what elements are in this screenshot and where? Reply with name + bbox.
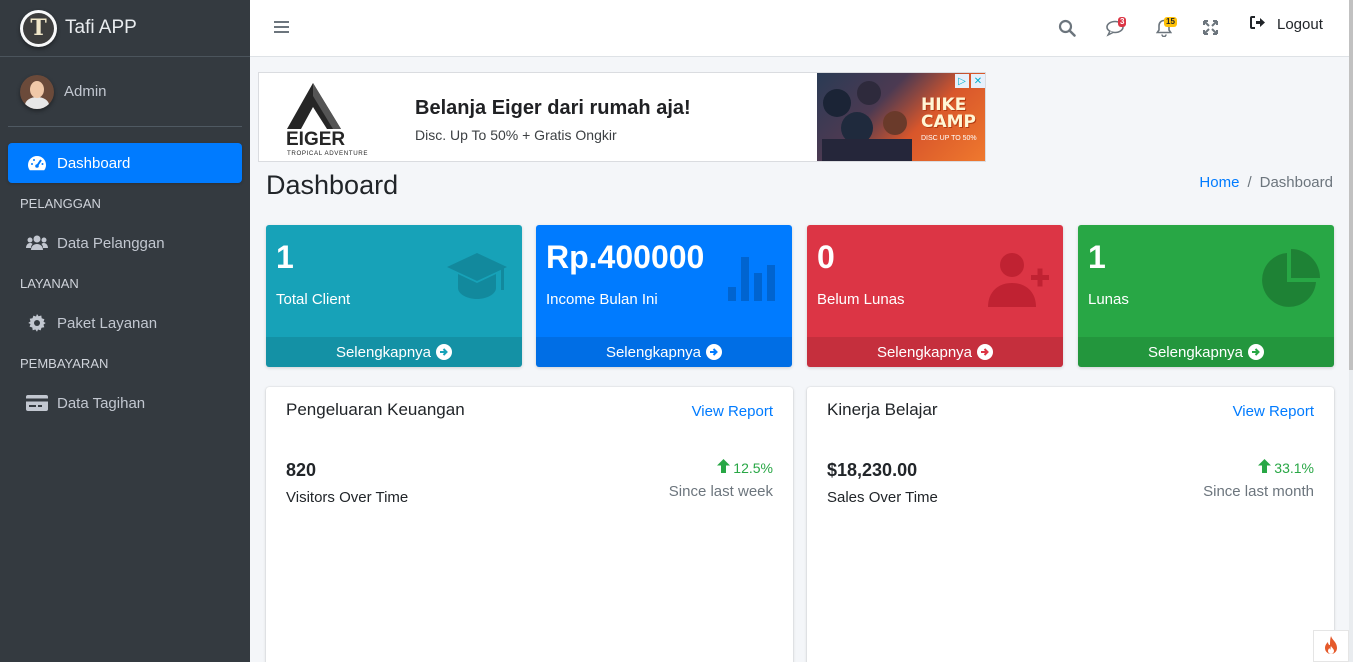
bar-chart-icon	[728, 255, 778, 308]
messages-badge: 3	[1118, 17, 1127, 27]
arrow-up-icon	[1258, 459, 1272, 476]
eiger-logo: EIGER TROPICAL ADVENTURE	[285, 79, 395, 157]
stat-value: 1	[1088, 239, 1106, 275]
topbar: 3 15 Logout	[250, 0, 1353, 57]
arrow-circle-right-icon	[436, 344, 453, 360]
breadcrumb: Home / Dashboard	[1199, 174, 1333, 191]
stat-value: 1	[276, 239, 294, 275]
card-since: Since last week	[668, 483, 773, 500]
stat-label: Income Bulan Ini	[546, 291, 658, 308]
sidebar-nav: Dashboard PELANGGAN Data Pelanggan LAYAN…	[0, 143, 250, 423]
tachometer-icon	[26, 154, 48, 172]
brand-link[interactable]: T Tafi APP	[0, 0, 250, 57]
avatar	[20, 74, 54, 109]
brand-name: Tafi APP	[65, 17, 137, 38]
nav-header-pelanggan: PELANGGAN	[20, 196, 101, 211]
nav-header-layanan: LAYANAN	[20, 276, 79, 291]
logout-label: Logout	[1277, 16, 1323, 33]
sidebar-item-label: Data Pelanggan	[57, 234, 165, 252]
card-desc: Sales Over Time	[827, 489, 938, 506]
card-kinerja-belajar: Kinerja Belajar View Report $18,230.00 S…	[807, 387, 1334, 662]
sidebar: T Tafi APP Admin Dashboard PELANGGAN Dat…	[0, 0, 250, 662]
sidebar-item-label: Paket Layanan	[57, 314, 158, 332]
sidebar-item-paket-layanan[interactable]: Paket Layanan	[8, 303, 242, 343]
stat-box-total-client: 1 Total Client Selengkapnya	[266, 225, 522, 367]
card-desc: Visitors Over Time	[286, 489, 409, 506]
arrow-circle-right-icon	[706, 344, 723, 360]
ad-banner[interactable]: EIGER TROPICAL ADVENTURE Belanja Eiger d…	[258, 72, 986, 162]
stat-more-link[interactable]: Selengkapnya	[536, 337, 792, 367]
sidebar-item-label: Dashboard	[57, 154, 131, 172]
ad-image-sale: DISC UP TO 50%	[921, 135, 977, 142]
user-name: Admin	[64, 83, 107, 100]
ad-image[interactable]: HIKE CAMP DISC UP TO 50% ▷ ✕	[817, 73, 985, 161]
menu-toggle-icon[interactable]	[274, 20, 289, 39]
arrow-circle-right-icon	[1248, 344, 1265, 360]
page-title: Dashboard	[266, 170, 399, 200]
card-title: Kinerja Belajar	[827, 400, 938, 419]
card-icon	[26, 395, 48, 411]
stat-label: Belum Lunas	[817, 291, 905, 308]
messages-icon[interactable]: 3	[1106, 17, 1127, 42]
stat-label: Total Client	[276, 291, 351, 308]
fullscreen-icon[interactable]	[1203, 20, 1218, 40]
breadcrumb-current: Dashboard	[1259, 174, 1333, 191]
stat-value: Rp.400000	[546, 239, 705, 275]
page-scrollbar[interactable]	[1349, 0, 1353, 662]
gear-icon	[26, 314, 48, 332]
card-percent: 12.5%	[717, 459, 773, 476]
brand-logo: T	[20, 9, 57, 47]
stat-box-belum-lunas: 0 Belum Lunas Selengkapnya	[807, 225, 1063, 367]
user-plus-icon	[985, 251, 1051, 314]
ad-choices[interactable]: ▷ ✕	[955, 74, 985, 88]
sidebar-item-dashboard[interactable]: Dashboard	[8, 143, 242, 183]
card-value: $18,230.00	[827, 460, 918, 480]
logout-button[interactable]: Logout	[1250, 16, 1323, 33]
card-since: Since last month	[1203, 483, 1314, 500]
breadcrumb-home[interactable]: Home	[1199, 174, 1239, 191]
card-value: 820	[286, 460, 317, 480]
notifications-icon[interactable]: 15	[1155, 17, 1177, 42]
close-icon[interactable]: ✕	[971, 74, 985, 88]
arrow-circle-right-icon	[977, 344, 994, 360]
stat-more-link[interactable]: Selengkapnya	[266, 337, 522, 367]
sidebar-item-label: Data Tagihan	[57, 394, 146, 412]
graduation-cap-icon	[446, 251, 508, 310]
ad-title[interactable]: Belanja Eiger dari rumah aja!	[415, 97, 691, 120]
ad-subtitle: Disc. Up To 50% + Gratis Ongkir	[415, 127, 617, 143]
pie-chart-icon	[1258, 249, 1320, 316]
logout-icon	[1250, 16, 1265, 33]
ad-brand-sub: TROPICAL ADVENTURE	[287, 150, 368, 157]
arrow-up-icon	[717, 459, 731, 476]
users-icon	[26, 235, 48, 251]
card-title: Pengeluaran Keuangan	[286, 400, 465, 419]
sidebar-item-data-pelanggan[interactable]: Data Pelanggan	[8, 223, 242, 263]
sidebar-item-data-tagihan[interactable]: Data Tagihan	[8, 383, 242, 423]
stat-box-income: Rp.400000 Income Bulan Ini Selengkapnya	[536, 225, 792, 367]
adchoices-icon[interactable]: ▷	[955, 74, 969, 88]
stat-more-link[interactable]: Selengkapnya	[807, 337, 1063, 367]
notifications-badge: 15	[1164, 17, 1177, 27]
ad-brand-name: EIGER	[286, 129, 345, 150]
card-pengeluaran-keuangan: Pengeluaran Keuangan View Report 820 Vis…	[266, 387, 793, 662]
stat-label: Lunas	[1088, 291, 1129, 308]
ad-image-text: HIKE CAMP	[921, 95, 977, 132]
nav-header-pembayaran: PEMBAYARAN	[20, 356, 109, 371]
stat-more-link[interactable]: Selengkapnya	[1078, 337, 1334, 367]
breadcrumb-separator: /	[1247, 174, 1252, 191]
user-panel[interactable]: Admin	[8, 57, 242, 127]
view-report-link[interactable]: View Report	[1233, 403, 1314, 420]
brand-logo-letter: T	[23, 12, 54, 44]
stat-value: 0	[817, 239, 835, 275]
fire-icon[interactable]	[1313, 630, 1349, 662]
card-percent: 33.1%	[1258, 459, 1314, 476]
view-report-link[interactable]: View Report	[692, 403, 773, 420]
stat-box-lunas: 1 Lunas Selengkapnya	[1078, 225, 1334, 367]
search-icon[interactable]	[1058, 19, 1076, 42]
